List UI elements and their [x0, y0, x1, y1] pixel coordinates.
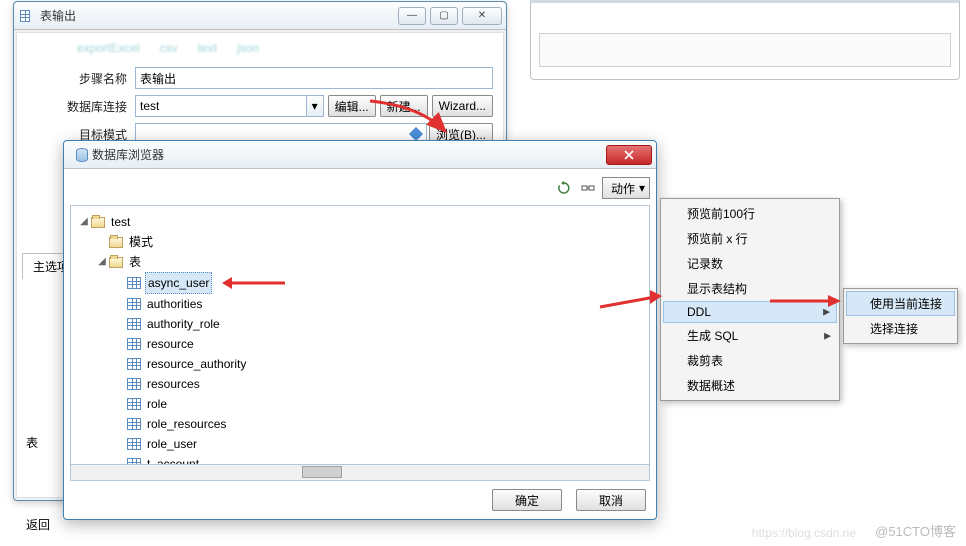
table-icon: [127, 358, 141, 370]
tree-table-item[interactable]: authority_role: [115, 314, 645, 334]
context-menu-actions[interactable]: 预览前100行预览前 x 行记录数显示表结构DDL▶生成 SQL▶裁剪表数据概述: [660, 198, 840, 401]
tree-tables-label: 表: [127, 252, 143, 272]
tree-table-label: resource_authority: [145, 354, 248, 374]
browser-titlebar[interactable]: 数据库浏览器: [64, 141, 656, 169]
dialog-title: 表输出: [40, 7, 398, 24]
bottom-label-table: 表: [26, 434, 38, 451]
tree-table-item[interactable]: resource: [115, 334, 645, 354]
minimize-button[interactable]: ―: [398, 7, 426, 25]
refresh-icon[interactable]: [554, 178, 574, 198]
menu-item[interactable]: 预览前100行: [663, 201, 837, 226]
db-conn-dropdown[interactable]: ▾: [306, 95, 324, 117]
tree-table-label: role: [145, 394, 169, 414]
tree-table-item[interactable]: role_user: [115, 434, 645, 454]
table-icon: [127, 438, 141, 450]
menu-item[interactable]: 数据概述: [663, 373, 837, 398]
tree-table-label: role_resources: [145, 414, 228, 434]
menu-item[interactable]: 裁剪表: [663, 348, 837, 373]
tree-table-item[interactable]: t_account: [115, 454, 645, 465]
menu-item[interactable]: DDL▶: [663, 301, 837, 323]
tree-root-label: test: [109, 212, 132, 232]
tree-table-label: authority_role: [145, 314, 222, 334]
expander-icon[interactable]: ◢: [97, 252, 107, 272]
table-icon: [127, 418, 141, 430]
tree-tables[interactable]: ◢ 表: [97, 252, 645, 272]
menu-item[interactable]: 生成 SQL▶: [663, 323, 837, 348]
menu-item[interactable]: 使用当前连接: [846, 291, 955, 316]
horizontal-scrollbar[interactable]: [70, 465, 650, 481]
table-icon: [127, 338, 141, 350]
table-output-icon: [18, 8, 34, 24]
chevron-down-icon: ▾: [639, 181, 645, 195]
faded-toolbar: exportExcel csv text json: [27, 41, 493, 61]
watermark: @51CTO博客: [875, 521, 956, 540]
background-window: [530, 0, 960, 80]
tree-table-label: resource: [145, 334, 196, 354]
titlebar[interactable]: 表输出 ― ▢ ✕: [14, 2, 506, 30]
action-button[interactable]: 动作 ▾: [602, 177, 650, 199]
row-db-connection: 数据库连接 ▾ 编辑... 新建... Wizard...: [27, 95, 493, 117]
submenu-arrow-icon: ▶: [824, 330, 831, 341]
edit-button[interactable]: 编辑...: [328, 95, 376, 117]
tree-table-label: role_user: [145, 434, 199, 454]
db-conn-input[interactable]: [135, 95, 306, 117]
folder-icon: [91, 217, 105, 228]
tree-table-item[interactable]: role: [115, 394, 645, 414]
tree-table-label: t_account: [145, 454, 201, 465]
table-icon: [127, 298, 141, 310]
folder-icon: [109, 257, 123, 268]
close-button[interactable]: ✕: [462, 7, 502, 25]
maximize-button[interactable]: ▢: [430, 7, 458, 25]
scrollbar-thumb[interactable]: [302, 466, 342, 478]
tree-table-item[interactable]: async_user: [115, 272, 645, 294]
submenu-arrow-icon: ▶: [823, 307, 830, 318]
menu-item[interactable]: 选择连接: [846, 316, 955, 341]
expand-icon[interactable]: [578, 178, 598, 198]
tree-table-item[interactable]: resources: [115, 374, 645, 394]
tree-panel[interactable]: ◢ test 模式 ◢ 表: [70, 205, 650, 465]
table-icon: [127, 458, 141, 465]
table-icon: [127, 378, 141, 390]
table-icon: [127, 398, 141, 410]
tree-table-item[interactable]: authorities: [115, 294, 645, 314]
folder-icon: [109, 237, 123, 248]
browser-close-button[interactable]: [606, 145, 652, 165]
tree-table-item[interactable]: role_resources: [115, 414, 645, 434]
ok-button[interactable]: 确定: [492, 489, 562, 511]
watermark-url: https://blog.csdn.ne: [752, 526, 856, 540]
tree-schema-label: 模式: [127, 232, 155, 252]
menu-item[interactable]: 记录数: [663, 251, 837, 276]
database-icon: [76, 148, 88, 162]
tree-schema[interactable]: 模式: [97, 232, 645, 252]
row-step-name: 步骤名称: [27, 67, 493, 89]
db-conn-label: 数据库连接: [27, 98, 127, 115]
new-button[interactable]: 新建...: [380, 95, 428, 117]
wizard-button[interactable]: Wizard...: [432, 95, 493, 117]
cancel-button[interactable]: 取消: [576, 489, 646, 511]
bottom-label-return: 返回: [26, 516, 50, 533]
tree-table-item[interactable]: resource_authority: [115, 354, 645, 374]
expander-icon[interactable]: ◢: [79, 212, 89, 232]
context-submenu-ddl[interactable]: 使用当前连接选择连接: [843, 288, 958, 344]
menu-item[interactable]: 显示表结构: [663, 276, 837, 301]
background-window-inner: [539, 33, 951, 67]
tree-table-label: authorities: [145, 294, 204, 314]
table-icon: [127, 318, 141, 330]
db-browser-dialog: 数据库浏览器 动作 ▾ ◢ test: [63, 140, 657, 520]
action-bar: 动作 ▾: [70, 175, 650, 205]
table-icon: [127, 277, 141, 289]
menu-item[interactable]: 预览前 x 行: [663, 226, 837, 251]
tree-root[interactable]: ◢ test: [79, 212, 645, 232]
browser-title: 数据库浏览器: [92, 146, 606, 163]
step-name-label: 步骤名称: [27, 70, 127, 87]
tree-table-label: resources: [145, 374, 202, 394]
tree-table-label: async_user: [145, 272, 212, 294]
step-name-input[interactable]: [135, 67, 493, 89]
action-button-label: 动作: [611, 180, 635, 197]
